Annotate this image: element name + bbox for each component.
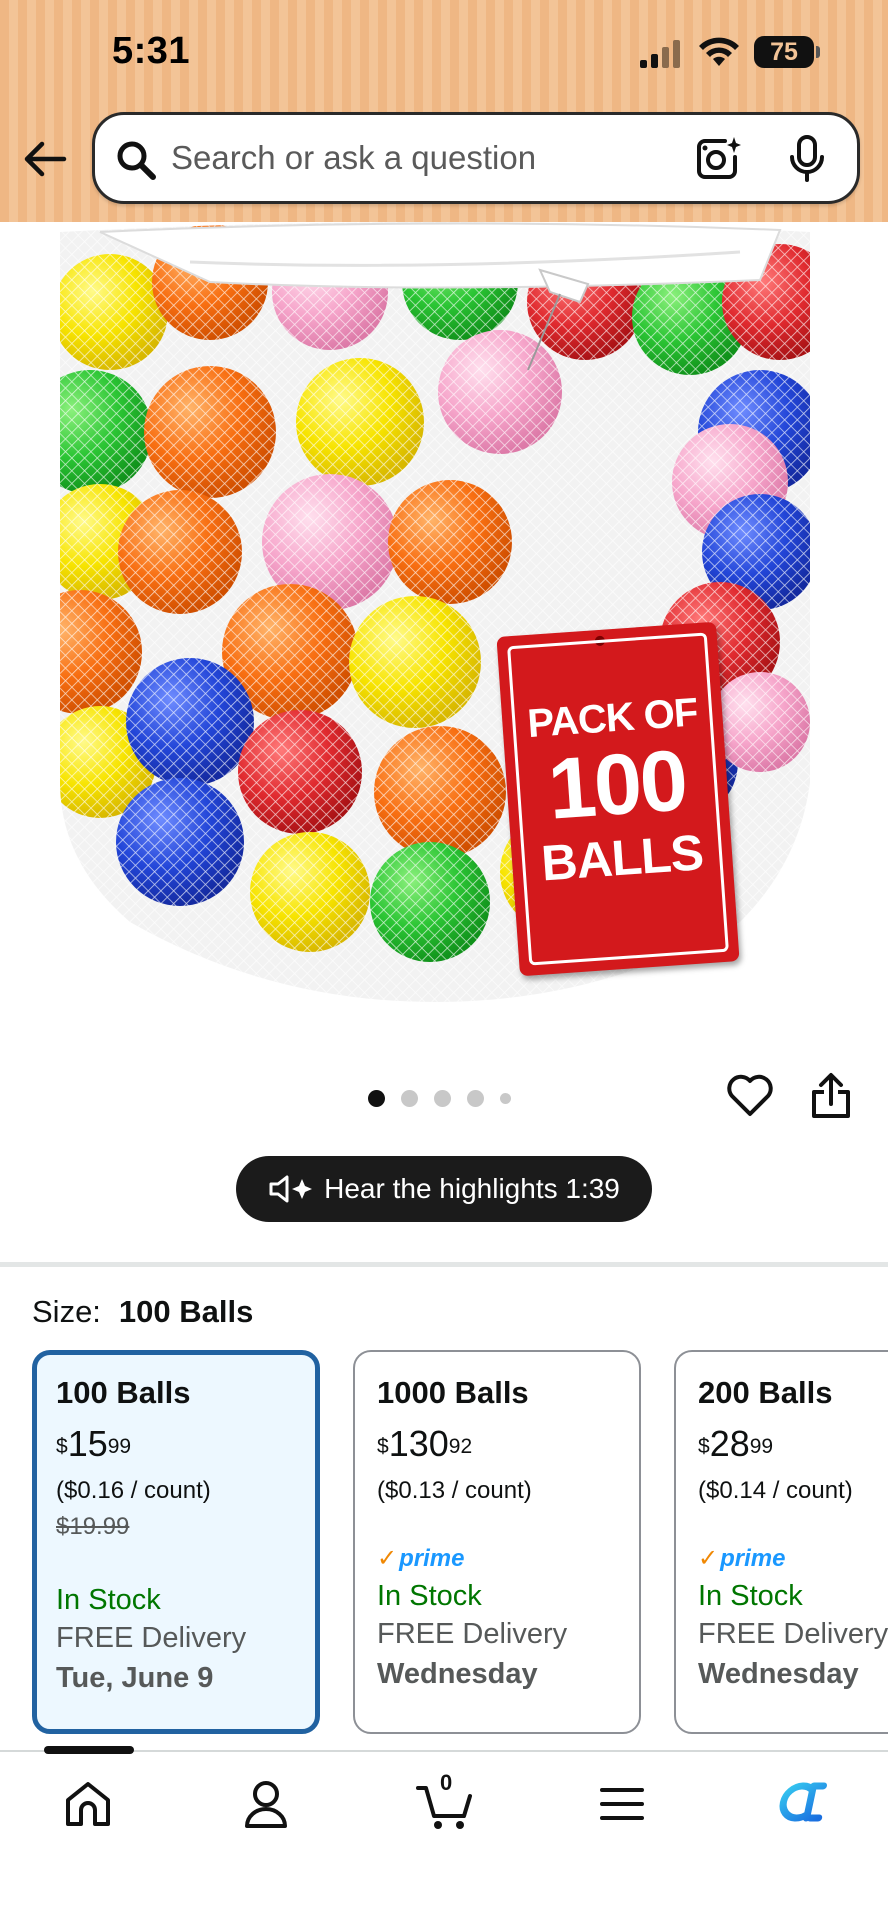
product-image[interactable]: PACK OF 100 BALLS — [40, 222, 830, 1012]
share-icon[interactable] — [810, 1072, 852, 1120]
price-cents: 99 — [107, 1435, 132, 1458]
search-bar[interactable] — [92, 112, 860, 204]
size-option-price: $2899 — [698, 1424, 888, 1464]
tag-line-2: 100 — [545, 732, 689, 838]
prime-label: prime — [720, 1545, 786, 1572]
hear-highlights-label: Hear the highlights 1:39 — [324, 1173, 620, 1204]
active-tab-indicator — [44, 1746, 134, 1754]
bottom-navigation: 0 — [0, 1746, 888, 1920]
carousel-dot[interactable] — [401, 1089, 418, 1107]
size-option-delivery-date: Tue, June 9 — [56, 1662, 214, 1694]
size-option-100-balls[interactable]: 100 Balls $1599 ($0.16 / count) $19.99 I… — [32, 1350, 320, 1734]
size-option-unit-price: ($0.16 / count) — [56, 1477, 211, 1504]
price-currency: $ — [377, 1435, 389, 1458]
back-arrow-icon[interactable] — [22, 136, 68, 182]
size-label-row: Size: 100 Balls — [32, 1294, 253, 1330]
size-option-title: 1000 Balls — [377, 1375, 529, 1410]
size-option-stock: In Stock — [377, 1580, 482, 1612]
status-time: 5:31 — [112, 30, 191, 72]
size-selected-value: 100 Balls — [118, 1294, 254, 1329]
size-option-stock: In Stock — [56, 1584, 161, 1616]
tag-line-3: BALLS — [539, 824, 705, 892]
prime-badge: ✓prime — [698, 1544, 888, 1574]
price-currency: $ — [698, 1435, 710, 1458]
pack-of-100-tag: PACK OF 100 BALLS — [496, 621, 740, 977]
cellular-signal-icon — [640, 40, 680, 68]
size-option-list-price: $19.99 — [56, 1513, 130, 1540]
size-option-delivery-date: Wednesday — [377, 1658, 538, 1690]
size-option-price: $13092 — [377, 1424, 617, 1464]
size-option-unit-price: ($0.14 / count) — [698, 1477, 853, 1504]
size-options: 100 Balls $1599 ($0.16 / count) $19.99 I… — [32, 1350, 888, 1734]
size-option-stock: In Stock — [698, 1580, 803, 1612]
carousel-dot[interactable] — [368, 1089, 385, 1107]
size-label: Size: — [32, 1294, 101, 1329]
size-option-title: 200 Balls — [698, 1375, 833, 1410]
camera-lens-icon[interactable] — [695, 135, 741, 181]
size-option-price: $1599 — [56, 1424, 296, 1464]
home-icon[interactable] — [58, 1774, 118, 1834]
microphone-icon[interactable] — [789, 135, 825, 183]
image-carousel-dots[interactable] — [368, 1088, 511, 1108]
hear-highlights-button[interactable]: Hear the highlights 1:39 — [236, 1156, 652, 1222]
size-option-delivery: FREE Delivery — [56, 1622, 247, 1654]
section-divider — [0, 1262, 888, 1267]
carousel-dot[interactable] — [434, 1089, 451, 1107]
prime-label: prime — [399, 1545, 465, 1572]
battery-tip — [816, 46, 820, 58]
price-currency: $ — [56, 1435, 68, 1458]
price-whole: 130 — [388, 1423, 449, 1464]
prime-badge: ✓prime — [377, 1544, 617, 1574]
account-icon[interactable] — [236, 1774, 296, 1834]
carousel-dot[interactable] — [500, 1092, 511, 1104]
prime-check-icon: ✓ — [377, 1545, 398, 1572]
wifi-icon — [699, 37, 739, 66]
battery-indicator: 75 — [754, 36, 814, 68]
price-cents: 99 — [749, 1435, 774, 1458]
cart-button[interactable]: 0 — [414, 1770, 474, 1834]
cart-count: 0 — [440, 1770, 453, 1795]
search-input[interactable] — [171, 133, 651, 183]
carousel-dot[interactable] — [467, 1089, 484, 1107]
prime-check-icon: ✓ — [698, 1545, 719, 1572]
heart-icon[interactable] — [726, 1072, 774, 1118]
price-whole: 28 — [709, 1423, 750, 1464]
tag-text: PACK OF 100 BALLS — [507, 632, 729, 966]
price-whole: 15 — [67, 1423, 108, 1464]
card-spacer — [56, 1542, 296, 1578]
menu-icon[interactable] — [592, 1774, 652, 1834]
size-option-title: 100 Balls — [56, 1375, 191, 1410]
size-option-unit-price: ($0.13 / count) — [377, 1477, 532, 1504]
header: 5:31 75 — [0, 0, 888, 222]
size-option-1000-balls[interactable]: 1000 Balls $13092 ($0.13 / count) ✓prime… — [353, 1350, 641, 1734]
size-option-delivery-date: Wednesday — [698, 1658, 859, 1690]
price-cents: 92 — [448, 1435, 473, 1458]
size-option-delivery: FREE Delivery — [698, 1618, 888, 1650]
search-icon — [117, 141, 156, 180]
size-option-delivery: FREE Delivery — [377, 1618, 568, 1650]
size-option-200-balls[interactable]: 200 Balls $2899 ($0.14 / count) ✓prime I… — [674, 1350, 888, 1734]
rufus-icon[interactable] — [770, 1774, 830, 1834]
speaker-sparkle-icon — [269, 1175, 313, 1203]
